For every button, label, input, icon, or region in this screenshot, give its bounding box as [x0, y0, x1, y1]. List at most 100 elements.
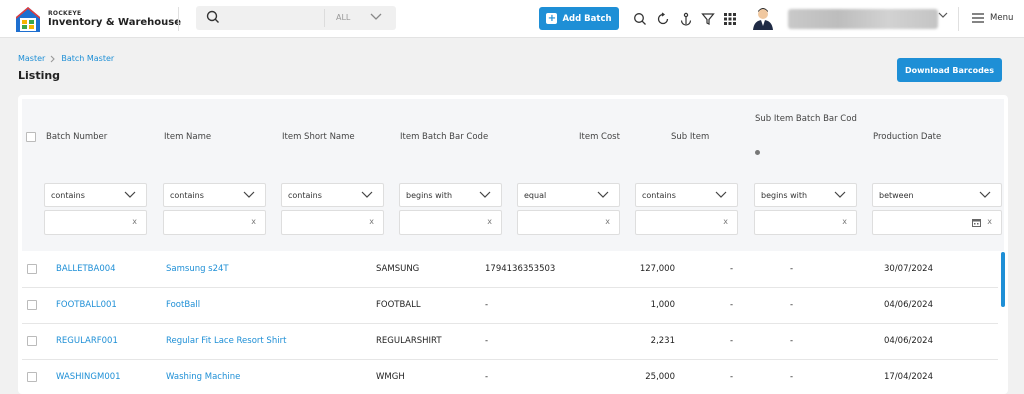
sub-item-batch-bar-code: - [790, 300, 794, 310]
filter-icon[interactable] [701, 12, 715, 26]
chevron-down-icon [124, 191, 136, 198]
chevron-down-icon [979, 191, 991, 198]
calendar-icon[interactable] [972, 218, 981, 227]
column-header-item-cost[interactable]: Item Cost [579, 132, 620, 142]
item-name-link[interactable]: Samsung s24T [166, 264, 229, 274]
divider [178, 7, 179, 31]
item-batch-bar-code: - [485, 372, 489, 382]
chevron-down-icon [479, 191, 491, 198]
add-batch-label: Add Batch [562, 13, 612, 24]
sub-item-batch-bar-code: - [790, 336, 794, 346]
table-row[interactable]: REGULARF001 Regular Fit Lace Resort Shir… [22, 324, 998, 360]
filter-input-production-date[interactable]: x [872, 210, 1002, 235]
item-batch-bar-code: 1794136353503 [485, 264, 556, 274]
filter-operator-sub-item[interactable]: contains [635, 183, 738, 207]
filter-input-item-name[interactable]: x [163, 210, 266, 235]
row-checkbox[interactable] [27, 300, 37, 310]
filter-input-batch-number[interactable]: x [44, 210, 147, 235]
add-batch-button[interactable]: + Add Batch [539, 7, 619, 30]
item-short-name: REGULARSHIRT [376, 336, 442, 346]
info-dot-icon [755, 150, 760, 155]
table-header: Batch Number Item Name Item Short Name I… [22, 99, 1004, 251]
breadcrumb-master[interactable]: Master [18, 54, 45, 63]
breadcrumb-batch-master[interactable]: Batch Master [61, 54, 114, 63]
chevron-down-icon [715, 191, 727, 198]
batch-number-link[interactable]: BALLETBA004 [56, 264, 116, 274]
brand-company: ROCKEYE [48, 10, 82, 17]
menu-button[interactable]: Menu [972, 13, 1013, 23]
clear-icon[interactable]: x [987, 217, 992, 226]
sub-item: - [730, 300, 734, 310]
clear-icon[interactable]: x [842, 217, 847, 226]
chevron-down-icon[interactable] [938, 12, 948, 20]
sub-item: - [730, 372, 734, 382]
row-checkbox[interactable] [27, 336, 37, 346]
user-name-blurred [788, 9, 938, 29]
filter-input-item-batch-bar-code[interactable]: x [399, 210, 502, 235]
production-date: 30/07/2024 [884, 264, 933, 274]
sub-item-batch-bar-code: - [790, 264, 794, 274]
filter-operator-item-cost[interactable]: equal [517, 183, 620, 207]
clear-icon[interactable]: x [369, 217, 374, 226]
clear-icon[interactable]: x [605, 217, 610, 226]
download-barcodes-button[interactable]: Download Barcodes [897, 58, 1002, 82]
rockeye-logo-icon [16, 7, 40, 32]
filter-input-item-cost[interactable]: x [517, 210, 620, 235]
column-header-batch-number[interactable]: Batch Number [46, 132, 107, 142]
clear-icon[interactable]: x [487, 217, 492, 226]
filter-operator-item-name[interactable]: contains [163, 183, 266, 207]
filter-operator-item-short-name[interactable]: contains [281, 183, 384, 207]
filter-operator-batch-number[interactable]: contains [44, 183, 147, 207]
clear-icon[interactable]: x [251, 217, 256, 226]
apps-grid-icon[interactable] [723, 12, 737, 26]
row-checkbox[interactable] [27, 264, 37, 274]
chevron-down-icon[interactable] [370, 13, 382, 21]
clear-icon[interactable]: x [132, 217, 137, 226]
batch-number-link[interactable]: REGULARF001 [56, 336, 118, 346]
item-name-link[interactable]: Regular Fit Lace Resort Shirt [166, 336, 286, 346]
item-name-link[interactable]: FootBall [166, 300, 200, 310]
global-search[interactable]: ALL [196, 6, 396, 30]
item-cost: 127,000 [639, 264, 675, 274]
batch-number-link[interactable]: FOOTBALL001 [56, 300, 117, 310]
column-header-item-name[interactable]: Item Name [164, 132, 211, 142]
select-all-checkbox[interactable] [26, 132, 36, 142]
column-header-sub-item[interactable]: Sub Item [671, 132, 709, 142]
clear-icon[interactable]: x [723, 217, 728, 226]
avatar[interactable] [752, 6, 774, 30]
search-scope-select[interactable]: ALL [336, 13, 350, 22]
table-row[interactable]: BALLETBA004 Samsung s24T SAMSUNG 1794136… [22, 252, 998, 288]
vertical-scrollbar[interactable] [1001, 252, 1005, 307]
item-batch-bar-code: - [485, 336, 489, 346]
filter-operator-production-date[interactable]: between [872, 183, 1002, 207]
search-icon[interactable] [633, 12, 647, 26]
chevron-down-icon [361, 191, 373, 198]
search-icon [206, 10, 219, 23]
filter-operator-value: contains [642, 191, 676, 200]
column-header-item-short-name[interactable]: Item Short Name [282, 132, 355, 142]
filter-input-sub-item-batch-bar-code[interactable]: x [754, 210, 857, 235]
filter-operator-value: contains [170, 191, 204, 200]
filter-operator-value: begins with [761, 191, 808, 200]
item-cost: 2,231 [650, 336, 675, 346]
chevron-right-icon [50, 55, 56, 62]
filter-operator-value: contains [288, 191, 322, 200]
item-name-link[interactable]: Washing Machine [166, 372, 240, 382]
item-cost: 25,000 [645, 372, 675, 382]
batch-number-link[interactable]: WASHINGM001 [56, 372, 121, 382]
item-short-name: WMGH [376, 372, 405, 382]
anchor-icon[interactable] [679, 12, 693, 26]
filter-input-item-short-name[interactable]: x [281, 210, 384, 235]
refresh-icon[interactable] [656, 12, 670, 26]
column-header-production-date[interactable]: Production Date [873, 132, 941, 142]
filter-operator-sub-item-batch-bar-code[interactable]: begins with [754, 183, 857, 207]
filter-input-sub-item[interactable]: x [635, 210, 738, 235]
table-row[interactable]: FOOTBALL001 FootBall FOOTBALL - 1,000 - … [22, 288, 998, 324]
column-header-sub-item-batch-bar-code[interactable]: Sub Item Batch Bar Cod [755, 114, 857, 124]
row-checkbox[interactable] [27, 372, 37, 382]
column-header-item-batch-bar-code[interactable]: Item Batch Bar Code [400, 132, 488, 142]
production-date: 04/06/2024 [884, 300, 933, 310]
filter-operator-item-batch-bar-code[interactable]: begins with [399, 183, 502, 207]
production-date: 04/06/2024 [884, 336, 933, 346]
table-row[interactable]: WASHINGM001 Washing Machine WMGH - 25,00… [22, 360, 998, 394]
